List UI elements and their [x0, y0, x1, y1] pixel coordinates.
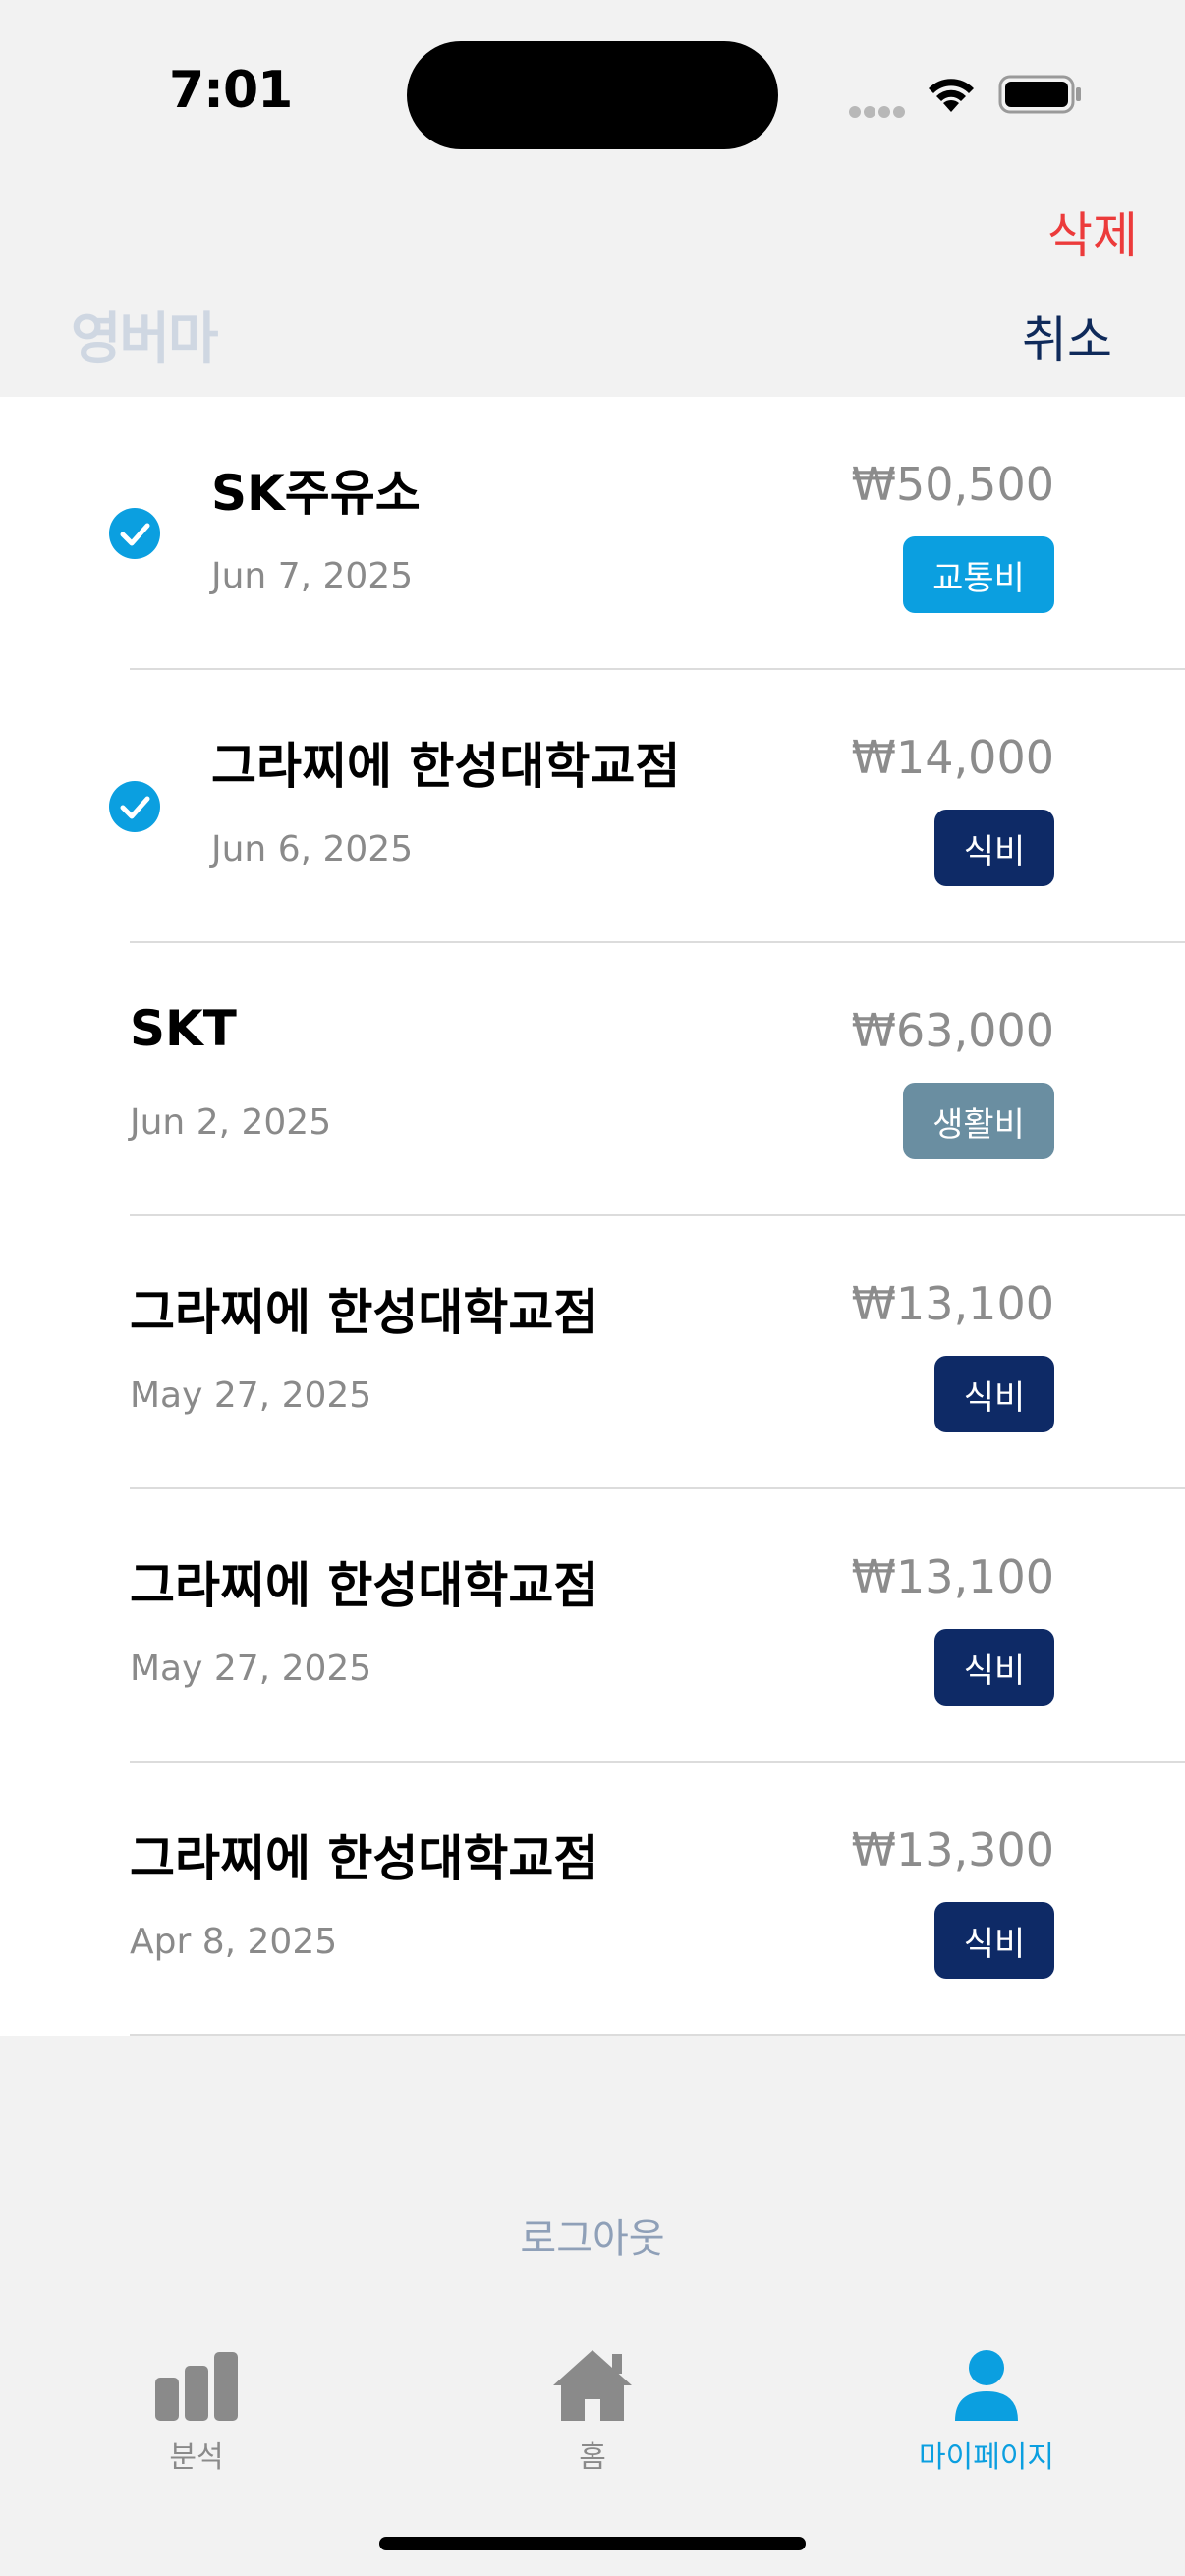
category-badge: 식비 [934, 1629, 1054, 1706]
transaction-row[interactable]: 그라찌에 한성대학교점 Apr 8, 2025 ₩13,300 식비 [0, 1763, 1185, 2036]
transaction-date: Apr 8, 2025 [130, 1922, 338, 1962]
tab-analysis[interactable]: 분석 [69, 2346, 324, 2476]
transaction-date: Jun 7, 2025 [211, 556, 414, 596]
wifi-icon [929, 79, 974, 112]
transaction-row[interactable]: SK주유소 Jun 7, 2025 ₩50,500 교통비 [0, 397, 1185, 670]
bar-chart-icon [155, 2352, 238, 2421]
tab-mypage[interactable]: 마이페이지 [859, 2346, 1114, 2476]
transaction-title: 그라찌에 한성대학교점 [211, 738, 681, 795]
transaction-row[interactable]: 그라찌에 한성대학교점 May 27, 2025 ₩13,100 식비 [0, 1489, 1185, 1763]
transaction-title: SK주유소 [211, 465, 421, 522]
transaction-amount: ₩13,100 [851, 1277, 1054, 1330]
logout-button[interactable]: 로그아웃 [0, 2207, 1185, 2264]
category-badge: 식비 [934, 810, 1054, 886]
dynamic-island [407, 41, 778, 149]
transaction-amount: ₩13,100 [851, 1550, 1054, 1603]
transaction-amount: ₩50,500 [851, 458, 1054, 511]
transaction-date: May 27, 2025 [130, 1649, 372, 1689]
transaction-list: SK주유소 Jun 7, 2025 ₩50,500 교통비 그라찌에 한성대학교… [0, 397, 1185, 2036]
tab-label: 마이페이지 [919, 2440, 1054, 2475]
home-indicator[interactable] [379, 2537, 806, 2550]
transaction-row[interactable]: 그라찌에 한성대학교점 Jun 6, 2025 ₩14,000 식비 [0, 670, 1185, 943]
transaction-title: SKT [130, 1000, 237, 1057]
tab-home[interactable]: 홈 [465, 2346, 720, 2476]
category-badge: 식비 [934, 1902, 1054, 1979]
category-badge: 생활비 [903, 1083, 1054, 1159]
transaction-date: May 27, 2025 [130, 1375, 372, 1416]
transaction-row[interactable]: 그라찌에 한성대학교점 May 27, 2025 ₩13,100 식비 [0, 1216, 1185, 1489]
category-badge: 식비 [934, 1356, 1054, 1432]
transaction-title: 그라찌에 한성대학교점 [130, 1557, 599, 1614]
category-badge: 교통비 [903, 536, 1054, 613]
home-icon [553, 2350, 632, 2421]
cancel-button[interactable]: 취소 [1022, 301, 1112, 371]
battery-icon [998, 75, 1081, 114]
transaction-row[interactable]: SKT Jun 2, 2025 ₩63,000 생활비 [0, 943, 1185, 1216]
person-icon [955, 2350, 1018, 2421]
checkmark-circle-icon[interactable] [109, 508, 160, 559]
checkmark-circle-icon[interactable] [109, 781, 160, 832]
status-time: 7:01 [169, 61, 293, 120]
transaction-date: Jun 2, 2025 [130, 1102, 332, 1143]
brand-logo: 영버마 [71, 308, 219, 371]
delete-button[interactable]: 삭제 [1047, 196, 1138, 267]
transaction-amount: ₩13,300 [851, 1823, 1054, 1876]
transaction-title: 그라찌에 한성대학교점 [130, 1284, 599, 1341]
tab-label: 홈 [579, 2440, 606, 2475]
tab-label: 분석 [169, 2440, 224, 2475]
transaction-title: 그라찌에 한성대학교점 [130, 1830, 599, 1887]
cellular-signal-icon [849, 103, 908, 118]
row-divider [130, 2034, 1185, 2036]
transaction-amount: ₩63,000 [851, 1004, 1054, 1057]
transaction-amount: ₩14,000 [851, 731, 1054, 784]
transaction-date: Jun 6, 2025 [211, 829, 414, 869]
